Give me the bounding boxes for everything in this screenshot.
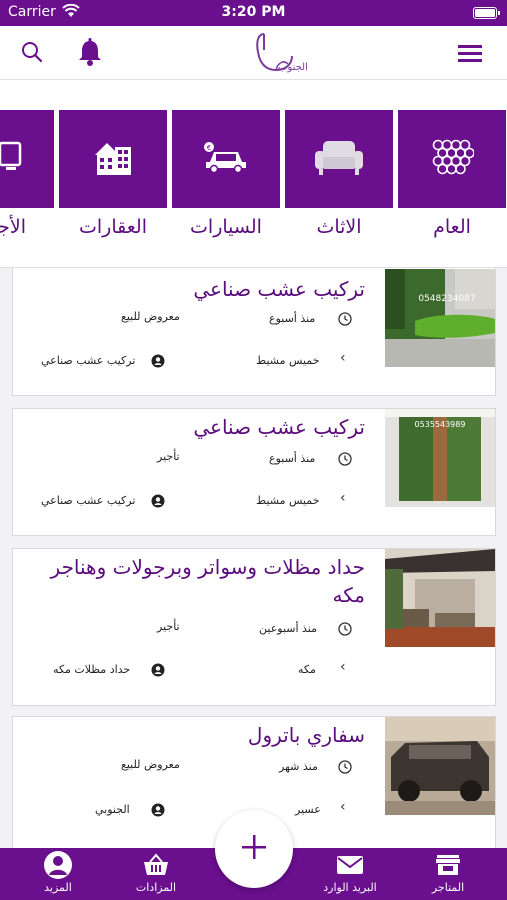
category-general[interactable]: العام (398, 110, 506, 238)
tab-inbox[interactable]: البريد الوارد (310, 852, 390, 894)
monitor-icon (0, 139, 24, 179)
listing-time: منذ أسبوع (269, 452, 316, 465)
top-nav-bar: الجنوب (0, 26, 507, 80)
listings: 0548234087 تركيب عشب صناعي منذ أسبوع معر… (0, 268, 507, 848)
basket-icon (143, 852, 169, 880)
tab-auctions[interactable]: المزادات (116, 852, 196, 894)
listing-image: 0535543989 (385, 409, 495, 507)
search-icon[interactable] (20, 40, 44, 64)
chevron-left-icon: ‹ (340, 799, 346, 815)
clock-icon (338, 451, 352, 466)
tab-label: المزادات (135, 881, 177, 894)
buildings-icon (91, 137, 135, 181)
battery-icon (473, 7, 500, 19)
mail-icon (336, 855, 364, 878)
listing-title: تركيب عشب صناعي (193, 415, 365, 439)
listing-card[interactable]: 0548234087 تركيب عشب صناعي منذ أسبوع معر… (12, 268, 496, 396)
store-icon (435, 854, 461, 879)
listing-card[interactable]: 0535543989 تركيب عشب صناعي منذ أسبوع تأج… (12, 408, 496, 536)
sofa-icon (311, 137, 367, 181)
listing-type: تأجير (157, 620, 180, 633)
listing-image (385, 717, 495, 815)
clock-icon (338, 759, 352, 774)
category-label: العام (433, 216, 471, 238)
category-strip: العام الاثاث € السيارات العقارات الأ (0, 80, 507, 268)
listing-title: سفاري باترول (247, 723, 365, 747)
svg-text:€: € (207, 144, 211, 152)
listing-type: معروض للبيع (121, 310, 180, 323)
clock-icon (338, 311, 352, 326)
app-logo: الجنوب (248, 30, 312, 78)
honeycomb-icon (430, 137, 475, 181)
chevron-left-icon: ‹ (340, 350, 346, 366)
clock-icon (338, 621, 352, 636)
listing-user: تركيب عشب صناعي (41, 494, 136, 507)
listing-user: الجنوبي (95, 803, 130, 816)
listing-type: تأجير (157, 450, 180, 463)
category-electronics[interactable]: الأجه (0, 110, 54, 238)
listing-city: خميس مشيط (256, 494, 320, 507)
category-furniture[interactable]: الاثاث (285, 110, 393, 238)
phone-overlay: 0535543989 (415, 420, 466, 429)
listing-time: منذ أسبوعين (259, 622, 318, 635)
listing-type: معروض للبيع (121, 758, 180, 771)
listing-title: حداد مظلات وسواتر وبرجولات وهناجر مكه (50, 555, 365, 607)
bell-icon[interactable] (77, 38, 103, 66)
hamburger-menu-icon[interactable] (456, 42, 484, 64)
category-label: الاثاث (316, 216, 362, 238)
listing-image (385, 549, 495, 647)
tab-more[interactable]: المزيد (18, 850, 98, 894)
user-icon (151, 802, 165, 817)
category-cars[interactable]: € السيارات (172, 110, 280, 238)
user-icon (151, 662, 165, 677)
tab-label: البريد الوارد (323, 881, 377, 894)
listing-time: منذ شهر (279, 760, 318, 773)
listing-image: 0548234087 (385, 269, 495, 367)
tab-stores[interactable]: المتاجر (408, 852, 488, 894)
category-label: العقارات (79, 216, 147, 238)
logo-text: الجنوب (278, 62, 308, 73)
tab-label: المتاجر (431, 881, 465, 894)
listing-city: عسير (295, 803, 321, 816)
user-icon (151, 493, 165, 508)
listing-city: خميس مشيط (256, 354, 320, 367)
listing-time: منذ أسبوع (269, 312, 316, 325)
clock: 3:20 PM (221, 4, 286, 20)
chevron-left-icon: ‹ (340, 490, 346, 506)
category-label: السيارات (190, 216, 262, 238)
plus-icon (241, 834, 267, 864)
tab-label: المزيد (44, 881, 72, 894)
category-label: الأجه (0, 216, 26, 238)
chevron-left-icon: ‹ (340, 659, 346, 675)
phone-overlay: 0548234087 (418, 294, 475, 304)
profile-icon (43, 850, 73, 883)
user-icon (151, 353, 165, 368)
listing-title: تركيب عشب صناعي (193, 277, 365, 301)
status-bar: Carrier 3:20 PM (0, 0, 507, 26)
listing-user: حداد مظلات مكه (53, 663, 131, 676)
category-real-estate[interactable]: العقارات (59, 110, 167, 238)
listing-card[interactable]: حداد مظلات وسواتر وبرجولات وهناجر مكه من… (12, 548, 496, 706)
listing-city: مكه (298, 663, 316, 676)
car-icon: € (202, 140, 250, 178)
add-listing-button[interactable] (215, 810, 293, 888)
listing-user: تركيب عشب صناعي (41, 354, 136, 367)
